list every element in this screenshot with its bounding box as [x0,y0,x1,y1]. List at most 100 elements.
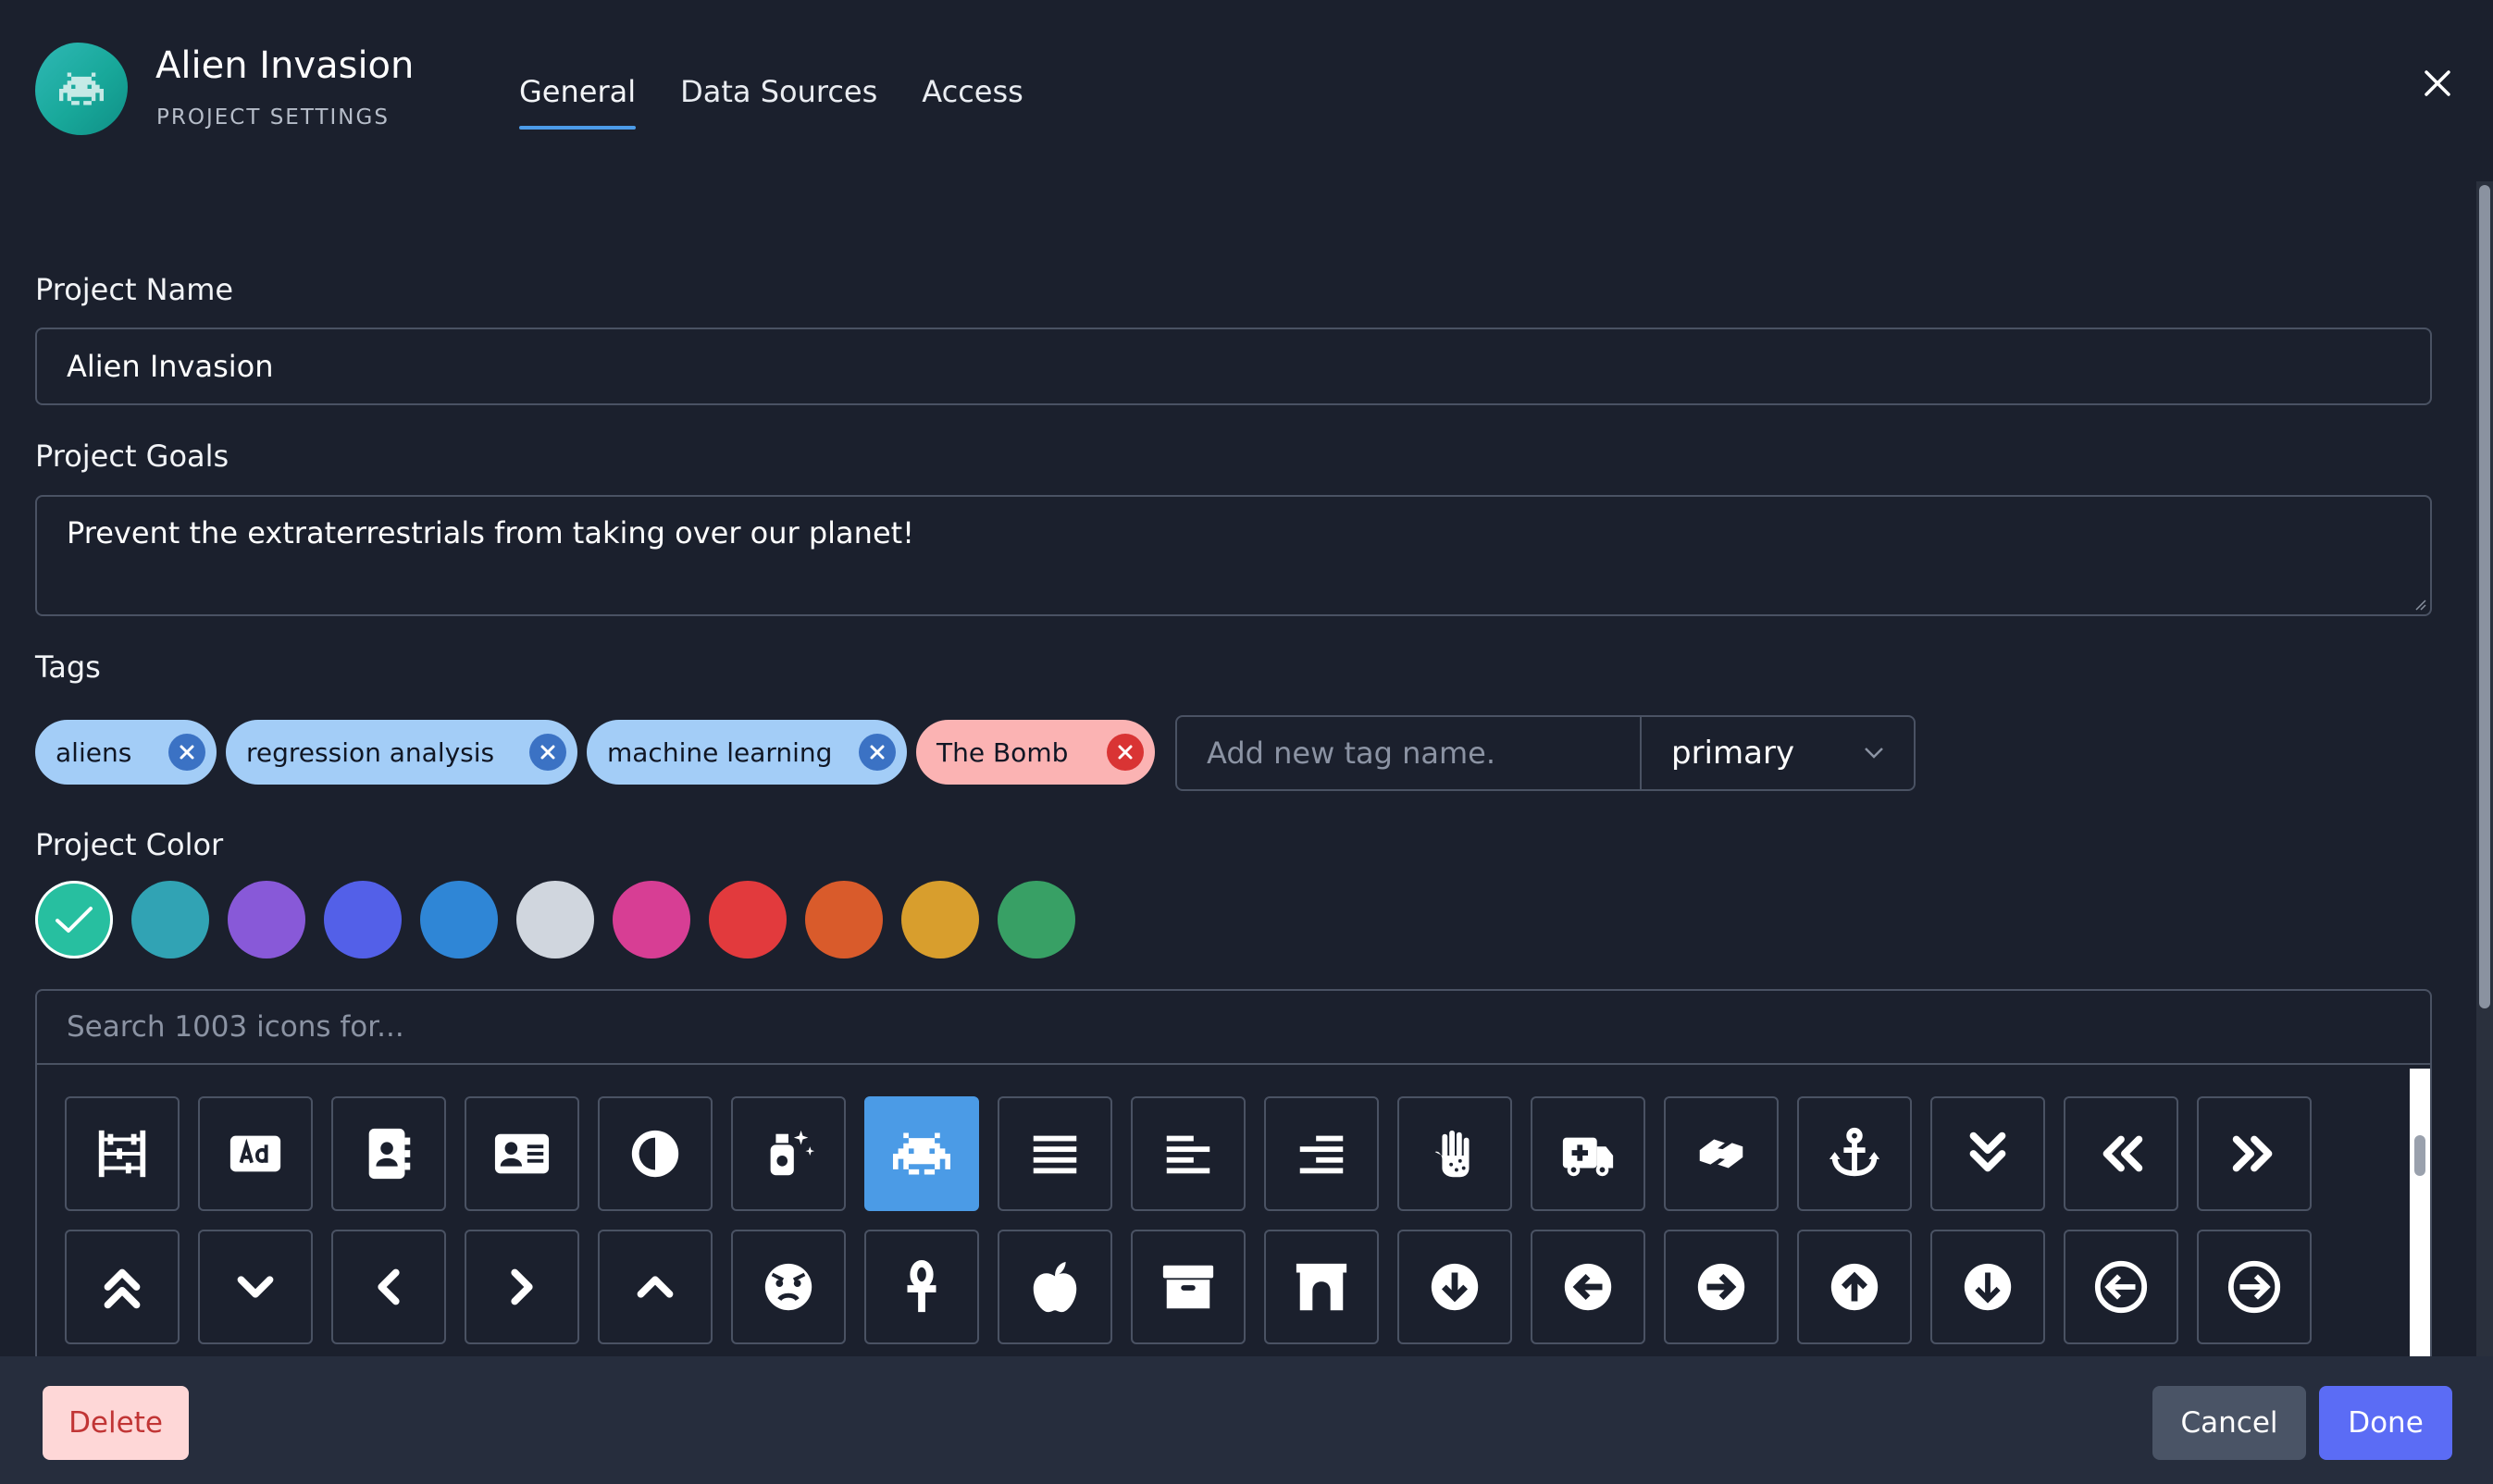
remove-tag-button[interactable] [859,734,896,771]
arrow-left-circle-icon[interactable] [2064,1230,2178,1344]
arrow-down-circle-icon[interactable] [1930,1230,2045,1344]
air-freshener-icon[interactable] [731,1096,846,1211]
add-tag-group: Add new tag name. primary [1175,715,1916,791]
color-swatch-pink[interactable] [613,881,690,958]
new-tag-input[interactable]: Add new tag name. [1177,717,1642,789]
project-logo [35,43,128,135]
page-scrollbar-thumb[interactable] [2479,185,2490,1008]
tag-label: machine learning [607,736,833,768]
chevron-down-icon [1865,748,1883,759]
remove-tag-button[interactable] [529,734,566,771]
arrow-circle-down-icon[interactable] [1397,1230,1512,1344]
cancel-button[interactable]: Cancel [2152,1386,2306,1460]
adjust-icon[interactable] [598,1096,713,1211]
close-icon [2425,70,2450,96]
allergies-icon[interactable] [1397,1096,1512,1211]
angle-double-right-icon[interactable] [2197,1096,2312,1211]
space-invader-icon [59,72,104,105]
space-invader-icon[interactable] [864,1096,979,1211]
tab-access[interactable]: Access [922,74,1023,130]
address-card-icon[interactable] [465,1096,579,1211]
page-scrollbar[interactable] [2476,181,2493,1356]
project-goals-label: Project Goals [35,439,229,474]
project-goals-textarea[interactable]: Prevent the extraterrestrials from takin… [35,495,2432,616]
ambulance-icon[interactable] [1531,1096,1645,1211]
project-subtitle: PROJECT SETTINGS [156,105,390,130]
color-swatch-yellow[interactable] [901,881,979,958]
align-justify-icon[interactable] [998,1096,1112,1211]
archive-icon[interactable] [1131,1230,1246,1344]
angle-right-icon[interactable] [465,1230,579,1344]
color-swatch-red[interactable] [709,881,787,958]
align-right-icon[interactable] [1264,1096,1379,1211]
tag-chip: machine learning [587,720,907,785]
archway-icon[interactable] [1264,1230,1379,1344]
tag-label: The Bomb [936,736,1069,768]
arrow-circle-up-icon[interactable] [1797,1230,1912,1344]
angle-double-up-icon[interactable] [65,1230,180,1344]
new-tag-placeholder: Add new tag name. [1207,736,1495,771]
tag-chip: regression analysis [226,720,577,785]
sign-language-icon[interactable] [1664,1096,1779,1211]
settings-tabs: General Data Sources Access [519,74,1023,130]
icon-grid-scrollbar-thumb[interactable] [2414,1135,2425,1176]
project-color-label: Project Color [35,827,224,862]
ankh-icon[interactable] [864,1230,979,1344]
dialog-footer: Delete Cancel Done [0,1356,2493,1484]
close-icon [870,745,885,760]
color-swatch-blue[interactable] [420,881,498,958]
project-goals-value: Prevent the extraterrestrials from takin… [67,515,914,550]
tag-label: regression analysis [246,736,495,768]
color-swatch-orange[interactable] [805,881,883,958]
color-swatch-teal-green[interactable] [35,881,113,958]
done-button[interactable]: Done [2319,1386,2452,1460]
tags-label: Tags [35,649,101,685]
close-icon [1118,745,1133,760]
icon-search-input[interactable]: Search 1003 icons for... [37,991,2430,1065]
abacus-icon[interactable] [65,1096,180,1211]
remove-tag-button[interactable] [168,734,205,771]
project-title: Alien Invasion [155,44,415,87]
tab-general[interactable]: General [519,74,637,130]
angle-down-icon[interactable] [198,1230,313,1344]
icon-search-placeholder: Search 1003 icons for... [67,1010,404,1044]
tag-label: aliens [56,736,132,768]
close-icon [180,745,194,760]
ad-icon[interactable] [198,1096,313,1211]
close-icon [540,745,555,760]
color-swatch-gray[interactable] [516,881,594,958]
angle-up-icon[interactable] [598,1230,713,1344]
angle-double-down-icon[interactable] [1930,1096,2045,1211]
tag-type-select[interactable]: primary [1642,717,1914,789]
project-name-value: Alien Invasion [67,349,274,384]
color-swatch-green[interactable] [998,881,1075,958]
tag-chip: The Bomb [916,720,1155,785]
close-button[interactable] [2417,63,2458,104]
apple-icon[interactable] [998,1230,1112,1344]
angle-left-icon[interactable] [331,1230,446,1344]
tab-data-sources[interactable]: Data Sources [680,74,877,130]
color-swatch-purple[interactable] [228,881,305,958]
color-swatches [35,881,1075,958]
delete-button[interactable]: Delete [43,1386,189,1460]
color-swatch-cyan[interactable] [131,881,209,958]
tag-type-value: primary [1671,735,1795,772]
check-icon [56,907,93,933]
icon-grid [65,1096,2312,1344]
arrow-circle-left-icon[interactable] [1531,1230,1645,1344]
angle-double-left-icon[interactable] [2064,1096,2178,1211]
arrow-circle-right-icon[interactable] [1664,1230,1779,1344]
align-left-icon[interactable] [1131,1096,1246,1211]
color-swatch-indigo[interactable] [324,881,402,958]
dialog-header: Alien Invasion PROJECT SETTINGS General … [0,0,2493,157]
address-book-icon[interactable] [331,1096,446,1211]
project-name-label: Project Name [35,272,234,307]
tag-list: aliens regression analysis machine learn… [35,720,1155,785]
project-name-input[interactable]: Alien Invasion [35,328,2432,405]
angry-icon[interactable] [731,1230,846,1344]
anchor-icon[interactable] [1797,1096,1912,1211]
arrow-right-circle-icon[interactable] [2197,1230,2312,1344]
tag-chip: aliens [35,720,217,785]
remove-tag-button[interactable] [1107,734,1144,771]
resize-grip-icon[interactable] [2413,598,2426,611]
